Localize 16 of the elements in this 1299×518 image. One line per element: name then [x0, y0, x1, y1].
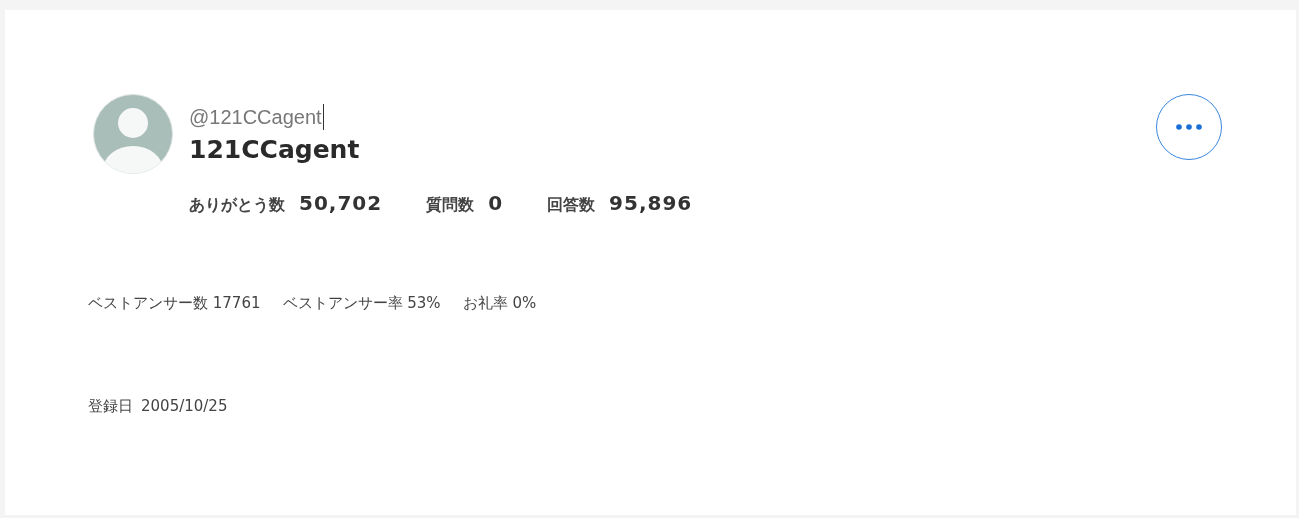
text-cursor [322, 104, 324, 130]
avatar-icon [93, 94, 173, 174]
more-icon [1176, 124, 1202, 130]
answer-stat: ベストアンサー数 17761 [88, 294, 261, 313]
stat-label: ありがとう数 [189, 195, 285, 216]
answer-stat: お礼率 0% [462, 294, 537, 313]
registration-date: 2005/10/25 [141, 397, 228, 416]
user-name: 121CCagent [189, 135, 361, 164]
stat-value: 95,896 [609, 191, 693, 215]
stat-value: 0 [488, 191, 504, 215]
user-handle: @121CCagent [189, 105, 322, 129]
registration-label: 登録日 [88, 397, 133, 416]
stat-label: 回答数 [547, 195, 596, 216]
stat-label: 質問数 [426, 195, 475, 216]
stat-value: 50,702 [299, 191, 383, 215]
answer-stat: ベストアンサー率 53% [282, 294, 441, 313]
